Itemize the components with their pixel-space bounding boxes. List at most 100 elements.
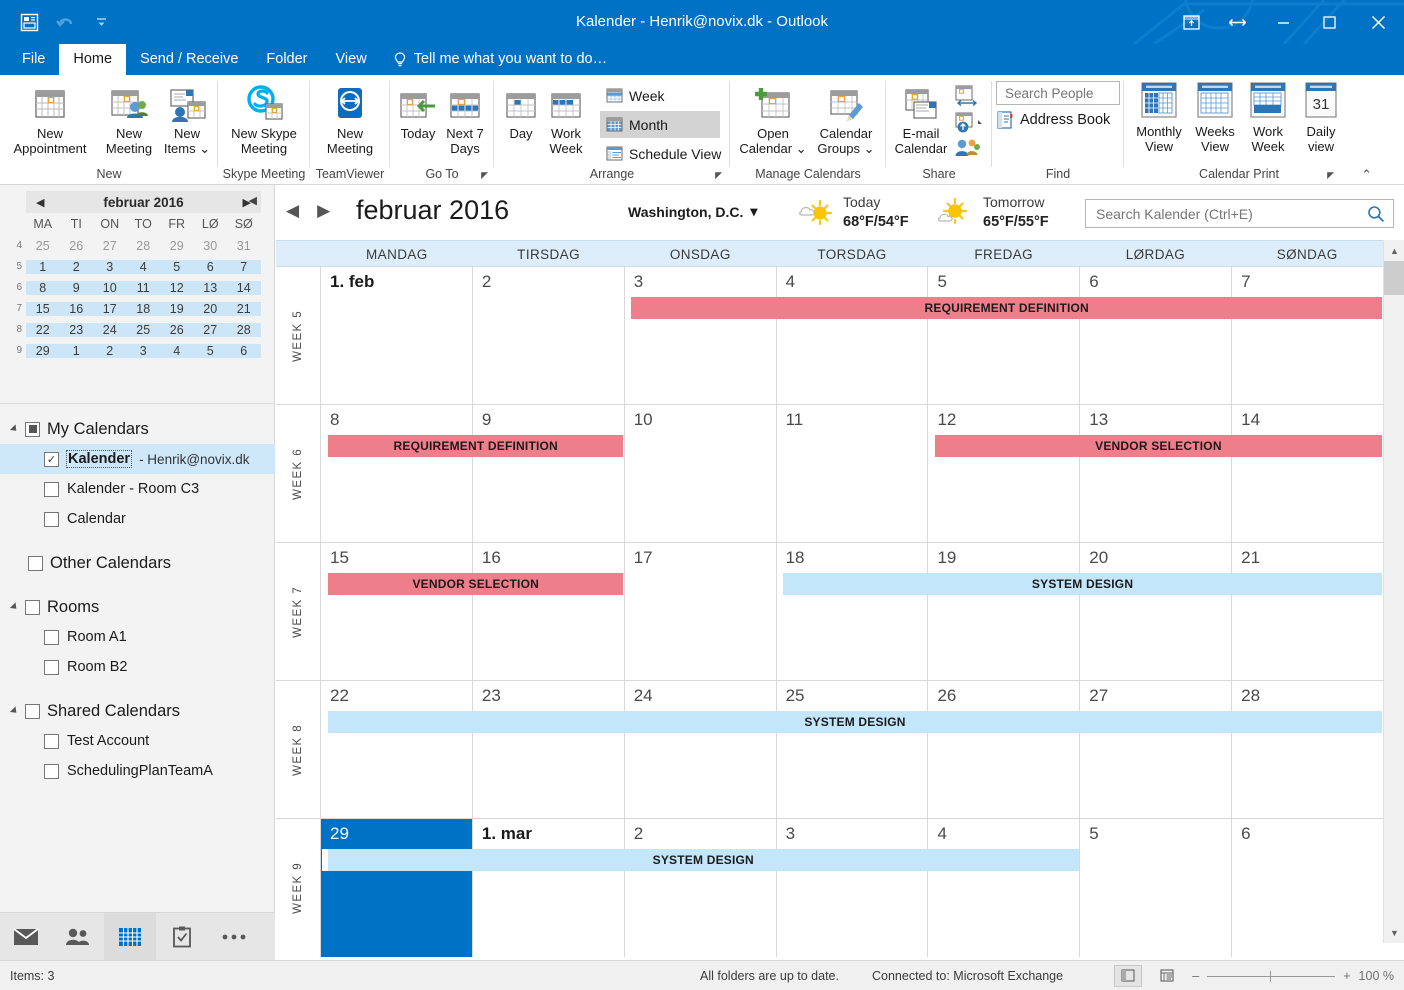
search-people-field[interactable] [1003,84,1113,102]
save-icon[interactable] [16,9,42,35]
minical-day[interactable]: 29 [26,343,60,358]
checkbox-test-account[interactable] [44,733,59,749]
calendar-group-other-calendars[interactable]: Other Calendars [0,548,275,578]
calendar-event[interactable]: VENDOR SELECTION [928,435,1382,457]
minical-day[interactable]: 6 [193,259,227,274]
minical-week-row[interactable]: 4 25 26 27 28 29 30 31 [8,235,261,256]
minimize-icon[interactable] [1260,0,1306,44]
minical-day[interactable]: 4 [126,259,160,274]
minical-day[interactable]: 30 [194,239,228,253]
calendar-search-box[interactable] [1085,199,1394,228]
work-week-print-button[interactable]: Work Week [1240,81,1296,154]
minical-week-number[interactable]: 8 [8,324,26,335]
day-cell[interactable]: 5 [1080,819,1233,957]
calendar-search-input[interactable] [1094,204,1356,223]
nav-more-button[interactable] [208,913,260,961]
week-number-cell[interactable]: WEEK 5 [276,267,321,404]
calendar-item-kalender-room-c3[interactable]: Kalender - Room C3 [0,474,275,504]
minical-week-row[interactable]: 6 8 9 10 11 12 13 14 [8,277,261,298]
module-navigation-bar[interactable] [0,912,275,961]
email-calendar-button[interactable]: E-mail Calendar [886,83,956,156]
minical-day[interactable]: 5 [160,259,194,274]
minical-day[interactable]: 15 [26,301,60,316]
close-icon[interactable] [1352,0,1404,44]
day-cell[interactable]: 1. feb [321,267,473,404]
minical-day[interactable]: 22 [26,322,60,337]
minical-day[interactable]: 29 [160,239,194,253]
chevron-down-icon[interactable]: ⌄ [864,141,875,156]
calendar-group-rooms[interactable]: Rooms [0,592,275,622]
minical-collapse-icon[interactable]: ◀ [249,194,257,207]
work-week-view-button[interactable]: Work Week [538,83,594,156]
minical-day[interactable]: 31 [227,239,261,253]
day-cell[interactable]: 10 [625,405,777,542]
zoom-out-button[interactable]: – [1192,969,1199,983]
minical-day[interactable]: 19 [160,301,194,316]
minical-day[interactable]: 3 [126,343,160,358]
customize-qat-icon[interactable] [88,9,114,35]
calendar-group-shared-calendars[interactable]: Shared Calendars [0,696,275,726]
arrange-dialog-launcher[interactable]: ◤ [715,170,722,181]
calendar-permissions-icon[interactable] [954,137,982,164]
minical-week-number[interactable]: 4 [8,240,26,251]
expand-collapse-icon[interactable] [9,602,20,612]
minical-week-row[interactable]: 7 15 16 17 18 19 20 21 [8,298,261,319]
teamviewer-new-meeting-button[interactable]: New Meeting [310,83,390,156]
day-cell[interactable]: 5 [928,267,1081,404]
calendar-vertical-scrollbar[interactable]: ▲ ▼ [1383,240,1404,943]
checkbox-calendar[interactable] [44,511,59,527]
minical-day[interactable]: 8 [26,280,60,295]
minical-day[interactable]: 3 [93,259,127,274]
new-skype-meeting-button[interactable]: New Skype Meeting [218,83,310,156]
open-calendar-button[interactable]: Open Calendar ⌄ [734,83,812,156]
calendar-event[interactable]: VENDOR SELECTION [322,573,624,595]
expand-collapse-icon[interactable] [9,706,20,716]
scroll-up-icon[interactable]: ▲ [1384,240,1404,261]
tab-view[interactable]: View [322,44,381,75]
chevron-down-icon[interactable]: ⌄ [199,141,210,156]
go-to-dialog-launcher[interactable]: ◤ [481,170,488,181]
monthly-view-print-button[interactable]: Monthly View [1128,81,1190,154]
scroll-down-icon[interactable]: ▼ [1384,922,1404,943]
address-book-button[interactable]: Address Book [996,111,1110,129]
schedule-view-button[interactable]: Schedule View [600,140,728,167]
weeks-view-print-button[interactable]: Weeks View [1186,81,1244,154]
minical-day[interactable]: 2 [59,259,93,274]
nav-people-button[interactable] [52,913,104,961]
checkbox-room-b2[interactable] [44,659,59,675]
minical-day[interactable]: 12 [160,280,194,295]
zoom-control[interactable]: – + 100 % [1192,969,1394,983]
checkbox-schedulingplanteama[interactable] [44,763,59,779]
calendar-item-kalender[interactable]: ✓ Kalender - Henrik@novix.dk [0,444,275,474]
day-cell[interactable]: 20 [1080,543,1233,680]
quick-access-toolbar[interactable] [16,6,114,38]
minical-day[interactable]: 17 [93,301,127,316]
minical-day[interactable]: 5 [193,343,227,358]
minical-day[interactable]: 7 [227,259,261,274]
status-right-controls[interactable]: – + 100 % [1114,964,1394,987]
zoom-slider[interactable] [1207,970,1336,982]
new-appointment-button[interactable]: New Appointment [2,83,98,156]
day-cell[interactable]: 8 [321,405,473,542]
calendar-event[interactable]: SYSTEM DESIGN [322,849,1079,871]
publish-online-icon[interactable] [954,111,986,138]
expand-collapse-icon[interactable] [9,424,20,434]
day-cell[interactable]: 18 [777,543,929,680]
minical-day[interactable]: 21 [227,301,261,316]
chevron-down-icon[interactable]: ⌄ [796,141,807,156]
calendar-groups-button[interactable]: Calendar Groups ⌄ [808,83,884,156]
minical-day[interactable]: 11 [126,280,160,295]
next-period-icon[interactable]: ▶ [317,201,330,221]
day-cell[interactable]: 15 [321,543,473,680]
day-cell[interactable]: 25 [777,681,929,818]
day-cell[interactable]: 13 [1080,405,1233,542]
new-items-button[interactable]: New Items ⌄ [152,83,222,156]
minical-day[interactable]: 25 [26,239,60,253]
tab-home[interactable]: Home [59,44,127,75]
tell-me-box[interactable]: Tell me what you want to do… [381,44,621,75]
week-view-button[interactable]: Week [600,82,720,109]
day-cell[interactable]: 1. mar [473,819,625,957]
today-button[interactable]: Today [392,83,444,141]
minical-day[interactable]: 27 [93,239,127,253]
minical-week-number[interactable]: 9 [8,345,26,356]
